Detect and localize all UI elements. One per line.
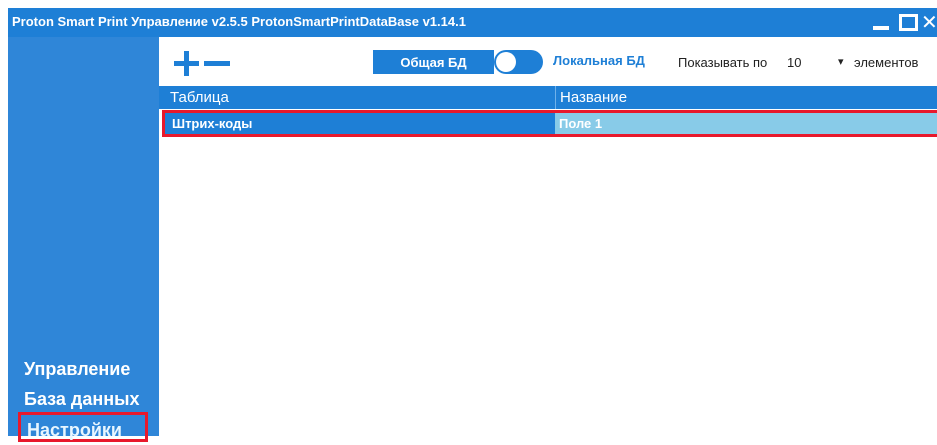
table-row[interactable]: Штрих-коды Поле 1 <box>162 110 937 137</box>
add-icon[interactable] <box>174 51 199 76</box>
sidebar-item-management[interactable]: Управление <box>24 359 130 380</box>
window-title: Proton Smart Print Управление v2.5.5 Pro… <box>12 14 466 29</box>
chevron-down-icon[interactable]: ▾ <box>838 55 844 68</box>
column-header-table[interactable]: Таблица <box>170 89 229 106</box>
app-window: Proton Smart Print Управление v2.5.5 Pro… <box>8 8 937 442</box>
page-size-label: Показывать по <box>678 55 768 70</box>
sidebar: Управление База данных Настройки <box>8 37 159 442</box>
close-icon: ✕ <box>921 12 937 34</box>
table-header: Таблица Название <box>159 86 937 109</box>
shared-db-button[interactable]: Общая БД <box>373 50 494 74</box>
maximize-icon <box>898 14 918 31</box>
items-label: элементов <box>854 55 919 70</box>
remove-icon[interactable] <box>204 51 230 76</box>
db-toggle[interactable] <box>494 50 543 74</box>
sidebar-item-settings[interactable]: Настройки <box>18 412 148 442</box>
local-db-label[interactable]: Локальная БД <box>553 53 645 68</box>
main-content: Общая БД Локальная БД Показывать по 10 ▾… <box>159 37 937 436</box>
table-cell-name[interactable]: Поле 1 <box>555 113 937 134</box>
column-header-name[interactable]: Название <box>560 89 627 106</box>
sidebar-item-database[interactable]: База данных <box>24 389 139 410</box>
toggle-knob <box>496 52 516 72</box>
page-size-select[interactable]: 10 <box>787 55 801 70</box>
minimize-icon <box>873 25 889 30</box>
column-divider <box>555 86 556 109</box>
maximize-button[interactable] <box>896 8 920 37</box>
minimize-button[interactable] <box>868 8 894 37</box>
title-bar: Proton Smart Print Управление v2.5.5 Pro… <box>8 8 937 37</box>
table-cell-table[interactable]: Штрих-коды <box>165 113 555 134</box>
close-button[interactable]: ✕ <box>921 8 937 37</box>
